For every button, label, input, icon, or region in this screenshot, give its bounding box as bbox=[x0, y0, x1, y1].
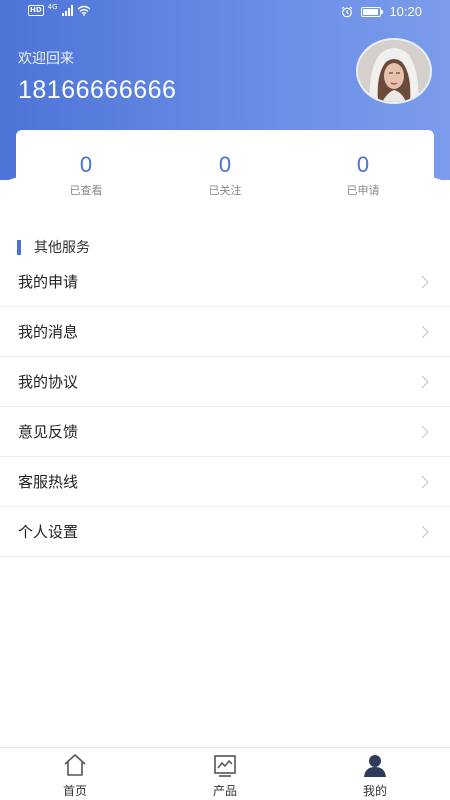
hd-icon: HD bbox=[28, 5, 44, 16]
wifi-icon bbox=[77, 5, 91, 16]
stat-value: 0 bbox=[356, 152, 370, 177]
menu-item-label: 我的消息 bbox=[18, 323, 79, 341]
network-type: 4G bbox=[47, 2, 58, 11]
chevron-right-icon bbox=[421, 325, 429, 339]
tab-mine[interactable]: 我的 bbox=[330, 752, 420, 799]
menu-item-my-messages[interactable]: 我的消息 bbox=[0, 307, 450, 357]
home-icon bbox=[64, 754, 86, 776]
stat-label: 已查看 bbox=[69, 184, 103, 197]
tab-label: 产品 bbox=[212, 784, 237, 798]
chart-icon bbox=[214, 755, 236, 777]
avatar[interactable] bbox=[356, 38, 432, 104]
stat-value: 0 bbox=[79, 152, 93, 177]
tab-label: 我的 bbox=[362, 784, 387, 798]
menu-item-label: 我的申请 bbox=[18, 273, 79, 291]
menu-item-my-applications[interactable]: 我的申请 bbox=[0, 257, 450, 307]
section-accent-bar bbox=[17, 239, 21, 255]
menu-item-customer-hotline[interactable]: 客服热线 bbox=[0, 457, 450, 507]
chevron-right-icon bbox=[421, 475, 429, 489]
stat-applied[interactable]: 0 已申请 bbox=[303, 152, 423, 198]
tab-products[interactable]: 产品 bbox=[180, 752, 270, 799]
stat-viewed[interactable]: 0 已查看 bbox=[26, 152, 146, 198]
stat-followed[interactable]: 0 已关注 bbox=[165, 152, 285, 198]
services-menu: 我的申请 我的消息 我的协议 意见反馈 客服热线 个人设置 bbox=[0, 257, 450, 557]
menu-item-label: 我的协议 bbox=[18, 373, 79, 391]
stat-label: 已申请 bbox=[346, 184, 380, 197]
welcome-text: 欢迎回来 bbox=[18, 51, 74, 67]
stats-card: 0 已查看 0 已关注 0 已申请 bbox=[16, 130, 434, 210]
signal-icon bbox=[61, 5, 73, 16]
menu-item-personal-settings[interactable]: 个人设置 bbox=[0, 507, 450, 557]
menu-item-label: 意见反馈 bbox=[18, 423, 79, 441]
chevron-right-icon bbox=[421, 425, 429, 439]
stat-label: 已关注 bbox=[208, 184, 242, 197]
menu-item-my-agreements[interactable]: 我的协议 bbox=[0, 357, 450, 407]
user-icon bbox=[364, 755, 386, 777]
battery-icon bbox=[361, 6, 384, 17]
menu-item-label: 个人设置 bbox=[18, 523, 79, 541]
menu-item-label: 客服热线 bbox=[18, 473, 79, 491]
stat-value: 0 bbox=[218, 152, 232, 177]
chevron-right-icon bbox=[421, 525, 429, 539]
services-section-title: 其他服务 bbox=[17, 238, 90, 256]
chevron-right-icon bbox=[421, 275, 429, 289]
bottom-tab-bar: 首页 产品 我的 bbox=[0, 747, 450, 800]
chevron-right-icon bbox=[421, 375, 429, 389]
tab-home[interactable]: 首页 bbox=[30, 752, 120, 799]
alarm-icon bbox=[342, 6, 353, 17]
tab-label: 首页 bbox=[62, 784, 87, 798]
phone-number: 18166666666 bbox=[18, 76, 177, 104]
section-title-text: 其他服务 bbox=[34, 240, 90, 256]
status-bar: HD 4G 10:20 bbox=[0, 0, 450, 26]
status-time: 10:20 bbox=[389, 4, 422, 19]
menu-item-feedback[interactable]: 意见反馈 bbox=[0, 407, 450, 457]
